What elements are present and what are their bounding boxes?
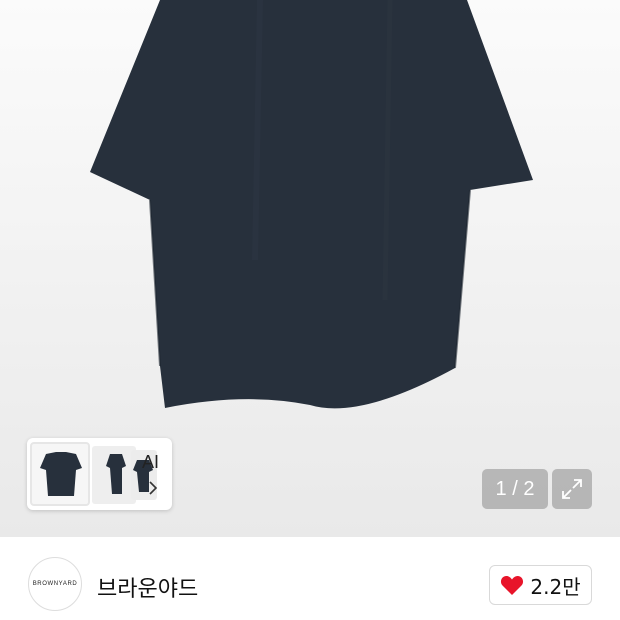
thumbnail-strip[interactable]: AI xyxy=(27,438,172,510)
thumbnail-main[interactable] xyxy=(30,442,90,506)
thumbnail-side[interactable] xyxy=(92,446,136,504)
expand-button[interactable] xyxy=(552,469,592,509)
like-button[interactable]: 2.2만 xyxy=(489,565,592,605)
brand-logo[interactable]: BROWNYARD xyxy=(28,557,82,611)
expand-icon xyxy=(562,479,582,499)
image-counter: 1 / 2 xyxy=(482,469,548,509)
brand-logo-text: BROWNYARD xyxy=(32,581,78,587)
brand-bar: BROWNYARD 브라운야드 2.2만 xyxy=(0,537,620,620)
chevron-right-icon[interactable] xyxy=(145,480,161,496)
ai-label[interactable]: AI xyxy=(142,452,159,473)
brand-name[interactable]: 브라운야드 xyxy=(97,571,198,603)
product-image-gallery[interactable]: AI 1 / 2 xyxy=(0,0,620,537)
like-count: 2.2만 xyxy=(530,574,581,599)
heart-icon xyxy=(501,575,524,595)
